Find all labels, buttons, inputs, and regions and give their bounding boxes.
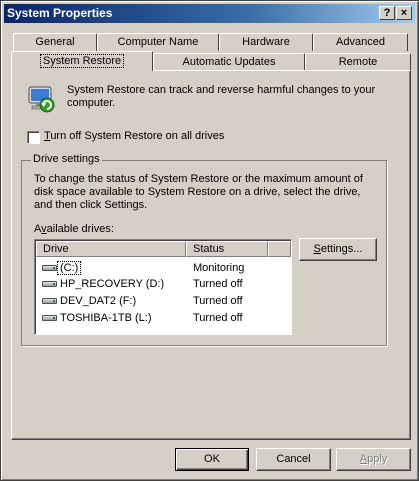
drive-name: HP_RECOVERY (D:) — [60, 278, 165, 290]
drive-row[interactable]: TOSHIBA-1TB (L:) Turned off — [38, 310, 290, 326]
system-restore-icon — [28, 86, 55, 113]
turn-off-system-restore-checkbox[interactable] — [27, 131, 40, 144]
tab-advanced[interactable]: Advanced — [313, 33, 408, 51]
settings-button[interactable]: Settings... — [299, 238, 377, 261]
available-drives-list[interactable]: Drive Status (C:) Monitoring HP_RECOVERY… — [34, 239, 292, 335]
hard-drive-icon — [42, 265, 57, 271]
help-icon: ? — [383, 7, 391, 19]
tab-label: System Restore — [39, 54, 125, 68]
drive-status: Monitoring — [193, 262, 245, 274]
drive-name: TOSHIBA-1TB (L:) — [60, 312, 152, 324]
turn-off-system-restore-label[interactable]: Turn off System Restore on all drives — [44, 130, 224, 142]
apply-button[interactable]: Apply — [336, 448, 411, 471]
cancel-button[interactable]: Cancel — [256, 448, 331, 471]
tab-hardware[interactable]: Hardware — [219, 33, 313, 51]
system-properties-window: System Properties ? × General Computer N… — [0, 0, 419, 481]
drive-name: DEV_DAT2 (F:) — [60, 295, 137, 307]
hard-drive-icon — [42, 281, 57, 287]
tab-remote[interactable]: Remote — [305, 53, 411, 71]
tab-label: Computer Name — [117, 36, 199, 48]
drive-settings-title: Drive settings — [31, 153, 102, 165]
title-bar[interactable]: System Properties ? × — [4, 4, 415, 23]
column-header-blank — [268, 241, 291, 257]
hard-drive-icon — [42, 315, 57, 321]
drive-status: Turned off — [193, 295, 243, 307]
tab-computer-name[interactable]: Computer Name — [97, 33, 219, 51]
close-button[interactable]: × — [396, 6, 412, 20]
tab-label: Hardware — [242, 36, 290, 48]
tab-automatic-updates[interactable]: Automatic Updates — [153, 53, 305, 71]
drive-settings-description: To change the status of System Restore o… — [34, 173, 363, 211]
hard-drive-icon — [42, 298, 57, 304]
tab-label: Automatic Updates — [182, 56, 276, 68]
tab-label: Advanced — [336, 36, 385, 48]
column-header-drive[interactable]: Drive — [36, 241, 186, 257]
drive-name: (C:) — [56, 261, 82, 275]
column-header-status[interactable]: Status — [186, 241, 268, 257]
window-title: System Properties — [7, 6, 113, 20]
drive-row[interactable]: DEV_DAT2 (F:) Turned off — [38, 293, 290, 309]
drive-status: Turned off — [193, 312, 243, 324]
tab-label: General — [35, 36, 75, 48]
ok-button[interactable]: OK — [175, 448, 249, 471]
available-drives-label: Available drives: — [34, 223, 114, 235]
drive-row[interactable]: (C:) Monitoring — [38, 260, 290, 276]
drive-row[interactable]: HP_RECOVERY (D:) Turned off — [38, 276, 290, 292]
close-icon: × — [400, 7, 408, 19]
drive-status: Turned off — [193, 278, 243, 290]
tab-label: Remote — [338, 56, 378, 68]
tab-general[interactable]: General — [13, 33, 97, 51]
tab-system-restore[interactable]: System Restore — [11, 51, 153, 71]
intro-text: System Restore can track and reverse har… — [67, 84, 376, 109]
help-button[interactable]: ? — [379, 6, 395, 20]
